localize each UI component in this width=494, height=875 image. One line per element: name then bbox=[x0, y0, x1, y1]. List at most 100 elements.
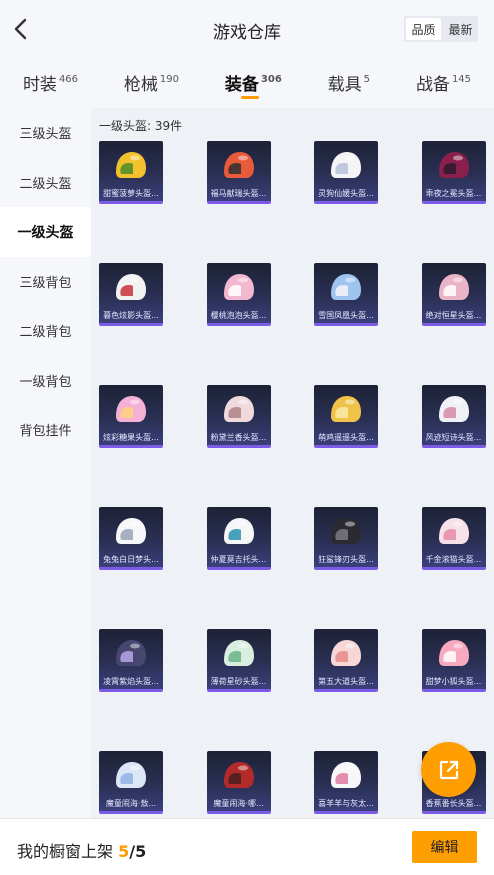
sidebar-item-level1-backpack[interactable]: 一级背包 bbox=[0, 356, 91, 406]
helmet-name: 狂鲨锋刃头盔... bbox=[318, 555, 374, 564]
helmet-card[interactable]: 粉黛兰香头盔... bbox=[206, 385, 271, 448]
sidebar-item-level3-backpack[interactable]: 三级背包 bbox=[0, 257, 91, 307]
tab-count: 5 bbox=[363, 74, 371, 85]
helmet-icon bbox=[116, 762, 146, 788]
helmet-card[interactable]: 仲夏莫吉托头... bbox=[206, 507, 271, 570]
tab-equipment[interactable]: 装备 306 bbox=[224, 70, 282, 99]
helmet-card[interactable]: 风迹短诗头盔... bbox=[421, 385, 486, 448]
helmet-card[interactable]: 喜羊羊与灰太... bbox=[314, 751, 378, 814]
helmet-card[interactable]: 灵狗仙媛头盔... bbox=[314, 141, 378, 204]
helmet-name: 灵狗仙媛头盔... bbox=[318, 189, 374, 198]
tab-count: 190 bbox=[159, 74, 180, 85]
helmet-icon bbox=[331, 518, 361, 544]
helmet-icon bbox=[223, 640, 254, 666]
helmet-name: 甜梦小狐头盔... bbox=[425, 677, 482, 686]
helmet-card[interactable]: 魔童闹海·敖... bbox=[99, 751, 163, 814]
helmet-name: 魔童闹海·敖... bbox=[105, 799, 157, 808]
helmet-card[interactable]: 福马献瑞头盔... bbox=[206, 141, 271, 204]
helmet-name: 魔童闹海·哪... bbox=[213, 799, 264, 808]
helmet-icon bbox=[116, 396, 146, 422]
tab-vehicles[interactable]: 载具 5 bbox=[328, 70, 370, 95]
helmet-icon bbox=[331, 762, 361, 788]
helmet-name: 千金滚猫头盔... bbox=[425, 555, 482, 564]
helmet-card[interactable]: 甜蜜菠萝头盔... bbox=[99, 141, 163, 204]
helmet-card[interactable]: 薄荷星砂头盔... bbox=[206, 629, 271, 692]
helmet-icon bbox=[331, 396, 361, 422]
helmet-card[interactable]: 凌霄紫焰头盔... bbox=[99, 629, 163, 692]
tab-label: 装备 bbox=[224, 75, 259, 95]
helmet-icon bbox=[116, 152, 146, 178]
helmet-card[interactable]: 兔兔白日梦头... bbox=[99, 507, 163, 570]
helmet-card[interactable]: 炫彩糖果头盔... bbox=[99, 385, 163, 448]
sidebar-item-level1-helmet[interactable]: 一级头盔 bbox=[0, 207, 91, 257]
helmet-name: 甜蜜菠萝头盔... bbox=[103, 189, 159, 198]
section-heading: 一级头盔: 39件 bbox=[99, 119, 183, 133]
tab-battle-gear[interactable]: 战备 145 bbox=[416, 70, 471, 95]
helmet-name: 粉黛兰香头盔... bbox=[210, 433, 267, 442]
helmet-card[interactable]: 暮色炫影头盔... bbox=[99, 263, 163, 326]
warehouse-screen: 游戏仓库 品质 最新 时装 466 枪械 190 装备 306 载具 5 战备 145 三… bbox=[0, 0, 494, 875]
helmet-card[interactable]: 第五大道头盔... bbox=[314, 629, 378, 692]
helmet-card[interactable]: 樱桃泡泡头盔... bbox=[206, 263, 271, 326]
bottom-bar: 我的橱窗上架 5/5 编辑 bbox=[0, 818, 494, 875]
showcase-label: 我的橱窗上架 bbox=[17, 842, 114, 861]
share-external-icon bbox=[439, 760, 458, 779]
helmet-icon bbox=[223, 518, 254, 544]
sidebar-item-backpack-pendant[interactable]: 背包挂件 bbox=[0, 405, 91, 455]
helmet-name: 炫彩糖果头盔... bbox=[103, 433, 159, 442]
helmet-card[interactable]: 狂鲨锋刃头盔... bbox=[314, 507, 378, 570]
helmet-icon bbox=[438, 518, 469, 544]
sidebar-item-level2-backpack[interactable]: 二级背包 bbox=[0, 306, 91, 356]
edit-button[interactable]: 编辑 bbox=[412, 831, 477, 863]
helmet-icon bbox=[116, 518, 146, 544]
tab-label: 载具 bbox=[327, 75, 362, 95]
helmet-icon bbox=[223, 762, 254, 788]
showcase-status: 我的橱窗上架 5/5 bbox=[17, 838, 146, 862]
helmet-icon bbox=[438, 274, 469, 300]
helmet-card[interactable]: 雪国凤凰头盔... bbox=[314, 263, 378, 326]
helmet-name: 风迹短诗头盔... bbox=[425, 433, 482, 442]
helmet-name: 绝对恒星头盔... bbox=[425, 311, 482, 320]
helmet-icon bbox=[116, 640, 146, 666]
helmet-icon bbox=[331, 640, 361, 666]
helmet-icon bbox=[223, 152, 254, 178]
helmet-card[interactable]: 乖夜之冕头盔... bbox=[421, 141, 486, 204]
sort-toggle: 品质 最新 bbox=[404, 16, 478, 42]
helmet-name: 第五大道头盔... bbox=[318, 677, 374, 686]
tab-fashion[interactable]: 时装 466 bbox=[23, 70, 78, 95]
tab-firearms[interactable]: 枪械 190 bbox=[124, 70, 179, 95]
helmet-icon bbox=[223, 274, 254, 300]
tab-count: 466 bbox=[58, 74, 79, 85]
sidebar-item-level2-helmet[interactable]: 二级头盔 bbox=[0, 158, 91, 208]
tab-label: 时装 bbox=[22, 75, 57, 95]
helmet-icon bbox=[116, 274, 146, 300]
helmet-name: 凌霄紫焰头盔... bbox=[103, 677, 159, 686]
helmet-name: 暮色炫影头盔... bbox=[103, 311, 159, 320]
sidebar-item-level3-helmet[interactable]: 三级头盔 bbox=[0, 108, 91, 158]
item-grid: 甜蜜菠萝头盔... 福马献瑞头盔... 灵狗仙媛头盔... 乖夜之冕头盔... 暮色炫影… bbox=[99, 141, 493, 814]
helmet-icon bbox=[331, 152, 361, 178]
tab-count: 306 bbox=[260, 74, 282, 85]
helmet-name: 喜羊羊与灰太... bbox=[318, 799, 374, 808]
sort-option-latest[interactable]: 最新 bbox=[443, 16, 478, 42]
tab-label: 枪械 bbox=[123, 75, 158, 95]
helmet-name: 薄荷星砂头盔... bbox=[210, 677, 267, 686]
helmet-icon bbox=[223, 396, 254, 422]
helmet-card[interactable]: 甜梦小狐头盔... bbox=[421, 629, 486, 692]
helmet-name: 福马献瑞头盔... bbox=[210, 189, 267, 198]
helmet-card[interactable]: 绝对恒星头盔... bbox=[421, 263, 486, 326]
share-button[interactable] bbox=[421, 742, 476, 797]
sort-option-quality[interactable]: 品质 bbox=[406, 18, 441, 40]
showcase-current: 5 bbox=[118, 842, 130, 861]
helmet-name: 雪国凤凰头盔... bbox=[318, 311, 374, 320]
helmet-name: 兔兔白日梦头... bbox=[103, 555, 159, 564]
item-list[interactable]: 一级头盔: 39件 甜蜜菠萝头盔... 福马献瑞头盔... 灵狗仙媛头盔... 乖夜之… bbox=[91, 108, 494, 818]
helmet-card[interactable]: 魔童闹海·哪... bbox=[206, 751, 271, 814]
helmet-name: 樱桃泡泡头盔... bbox=[210, 311, 267, 320]
helmet-name: 仲夏莫吉托头... bbox=[210, 555, 267, 564]
helmet-name: 乖夜之冕头盔... bbox=[425, 189, 482, 198]
helmet-name: 香蕉番长头盔... bbox=[425, 799, 482, 808]
helmet-card[interactable]: 萌鸡遥遥头盔... bbox=[314, 385, 378, 448]
helmet-card[interactable]: 千金滚猫头盔... bbox=[421, 507, 486, 570]
helmet-icon bbox=[438, 640, 469, 666]
